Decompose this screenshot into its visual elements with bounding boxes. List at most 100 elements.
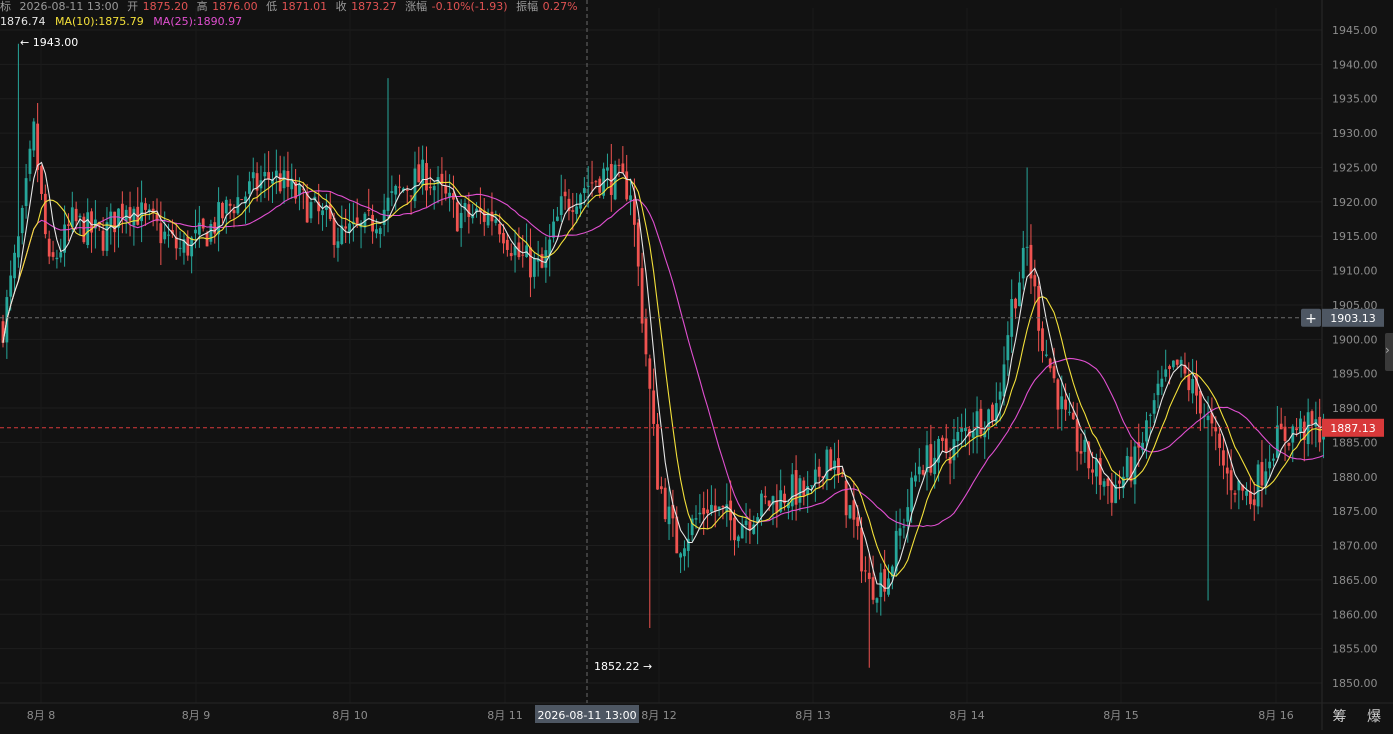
candle-body[interactable] <box>917 466 921 475</box>
candle-body[interactable] <box>659 486 663 490</box>
candle-body[interactable] <box>24 178 28 207</box>
candle-body[interactable] <box>1033 275 1037 287</box>
candle-body[interactable] <box>833 460 836 470</box>
candle-body[interactable] <box>1287 442 1291 446</box>
candle-body[interactable] <box>856 517 860 527</box>
candle-body[interactable] <box>305 192 309 223</box>
candle-body[interactable] <box>1260 462 1264 486</box>
candle-body[interactable] <box>36 123 40 170</box>
candle-body[interactable] <box>852 500 856 520</box>
candle-body[interactable] <box>167 234 170 236</box>
candle-body[interactable] <box>1071 412 1075 420</box>
candle-body[interactable] <box>1102 481 1106 487</box>
candle-body[interactable] <box>490 211 494 222</box>
candle-body[interactable] <box>425 163 428 191</box>
candle-body[interactable] <box>1225 467 1229 474</box>
candle-body[interactable] <box>906 507 910 522</box>
candle-body[interactable] <box>109 211 113 225</box>
candle-body[interactable] <box>371 214 374 232</box>
candle-body[interactable] <box>848 505 852 519</box>
candle-body[interactable] <box>991 404 994 421</box>
candle-body[interactable] <box>898 528 902 536</box>
candle-body[interactable] <box>1095 458 1098 477</box>
candle-body[interactable] <box>1172 360 1175 368</box>
candle-body[interactable] <box>1191 378 1195 394</box>
candle-body[interactable] <box>860 527 863 572</box>
candle-body[interactable] <box>748 521 752 530</box>
candle-body[interactable] <box>43 193 47 235</box>
candle-body[interactable] <box>1179 359 1183 365</box>
candle-body[interactable] <box>1152 400 1156 414</box>
candle-body[interactable] <box>910 477 913 512</box>
candle-body[interactable] <box>629 195 632 201</box>
candle-body[interactable] <box>1118 480 1121 484</box>
candle-body[interactable] <box>1299 418 1302 433</box>
candle-body[interactable] <box>467 204 471 217</box>
candle-body[interactable] <box>521 254 525 256</box>
candle-body[interactable] <box>240 199 244 201</box>
candle-body[interactable] <box>28 148 32 174</box>
chart-canvas[interactable]: ← 1943.00 1852.22 → + 1903.13 2026-08-11 13:… <box>0 0 1393 730</box>
candle-body[interactable] <box>667 506 671 525</box>
candle-body[interactable] <box>683 548 686 557</box>
candle-body[interactable] <box>278 173 282 192</box>
candle-body[interactable] <box>78 215 82 218</box>
candle-body[interactable] <box>1222 450 1225 466</box>
candle-body[interactable] <box>74 208 78 222</box>
candle-body[interactable] <box>498 224 502 235</box>
candle-body[interactable] <box>640 268 644 324</box>
candle-body[interactable] <box>1252 499 1256 506</box>
candle-body[interactable] <box>344 226 348 229</box>
candle-body[interactable] <box>1268 461 1272 469</box>
candle-body[interactable] <box>763 495 767 498</box>
candle-body[interactable] <box>1110 481 1114 503</box>
candle-body[interactable] <box>1279 423 1283 430</box>
candle-body[interactable] <box>101 230 105 251</box>
candle-body[interactable] <box>9 275 13 297</box>
candle-body[interactable] <box>875 598 879 603</box>
candle-body[interactable] <box>409 195 413 197</box>
candle-body[interactable] <box>47 238 51 257</box>
candle-body[interactable] <box>221 202 224 219</box>
candle-body[interactable] <box>736 536 740 542</box>
candle-body[interactable] <box>648 358 652 389</box>
candle-body[interactable] <box>178 247 182 249</box>
candle-body[interactable] <box>67 224 70 226</box>
candle-body[interactable] <box>197 222 201 235</box>
candle-body[interactable] <box>525 245 528 258</box>
candle-body[interactable] <box>17 236 20 258</box>
candle-body[interactable] <box>871 577 875 600</box>
candle-body[interactable] <box>621 163 625 173</box>
candle-body[interactable] <box>864 570 867 572</box>
candle-body[interactable] <box>248 181 251 194</box>
candle-body[interactable] <box>586 185 590 187</box>
candle-body[interactable] <box>929 444 933 473</box>
candle-body[interactable] <box>1052 366 1056 379</box>
candle-body[interactable] <box>529 247 532 278</box>
candle-body[interactable] <box>1098 458 1102 485</box>
candle-body[interactable] <box>55 257 59 260</box>
candle-body[interactable] <box>1014 298 1017 309</box>
candle-body[interactable] <box>321 210 324 216</box>
candle-body[interactable] <box>802 480 806 497</box>
candle-body[interactable] <box>563 191 567 197</box>
candle-body[interactable] <box>502 232 505 244</box>
candle-body[interactable] <box>679 553 682 558</box>
candle-body[interactable] <box>1198 390 1202 414</box>
candle-body[interactable] <box>1064 399 1067 410</box>
candle-body[interactable] <box>428 186 432 189</box>
candle-body[interactable] <box>952 439 956 461</box>
candle-body[interactable] <box>979 408 983 435</box>
candle-body[interactable] <box>733 517 736 541</box>
candle-body[interactable] <box>998 391 1002 400</box>
candle-body[interactable] <box>625 171 629 200</box>
candle-body[interactable] <box>971 431 975 438</box>
candle-body[interactable] <box>1275 425 1279 458</box>
candle-body[interactable] <box>532 258 536 277</box>
candle-body[interactable] <box>32 121 36 151</box>
candle-body[interactable] <box>609 164 613 195</box>
candle-body[interactable] <box>263 171 267 177</box>
candle-body[interactable] <box>663 487 667 520</box>
candle-body[interactable] <box>444 186 448 194</box>
candle-body[interactable] <box>1079 451 1083 454</box>
